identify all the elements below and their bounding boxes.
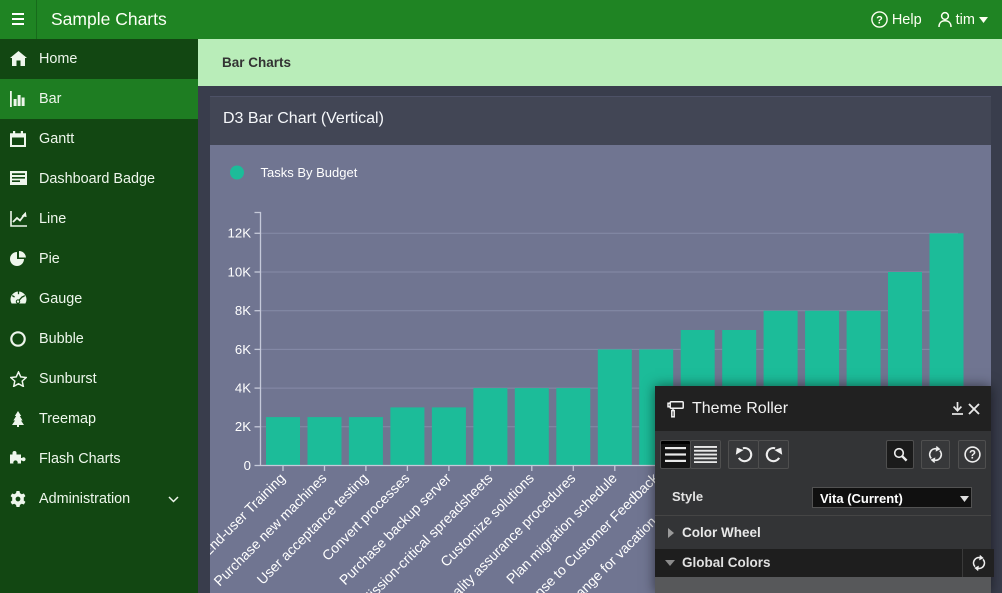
svg-text:?: ? <box>876 14 883 26</box>
svg-text:2K: 2K <box>235 419 251 434</box>
svg-text:8K: 8K <box>235 303 251 318</box>
svg-text:?: ? <box>968 450 975 462</box>
svg-text:6K: 6K <box>235 342 251 357</box>
svg-text:Tasks By Budget: Tasks By Budget <box>261 165 358 180</box>
svg-text:0: 0 <box>244 458 251 473</box>
svg-text:4K: 4K <box>235 381 251 396</box>
svg-text:10K: 10K <box>228 264 252 279</box>
svg-text:12K: 12K <box>228 226 252 241</box>
